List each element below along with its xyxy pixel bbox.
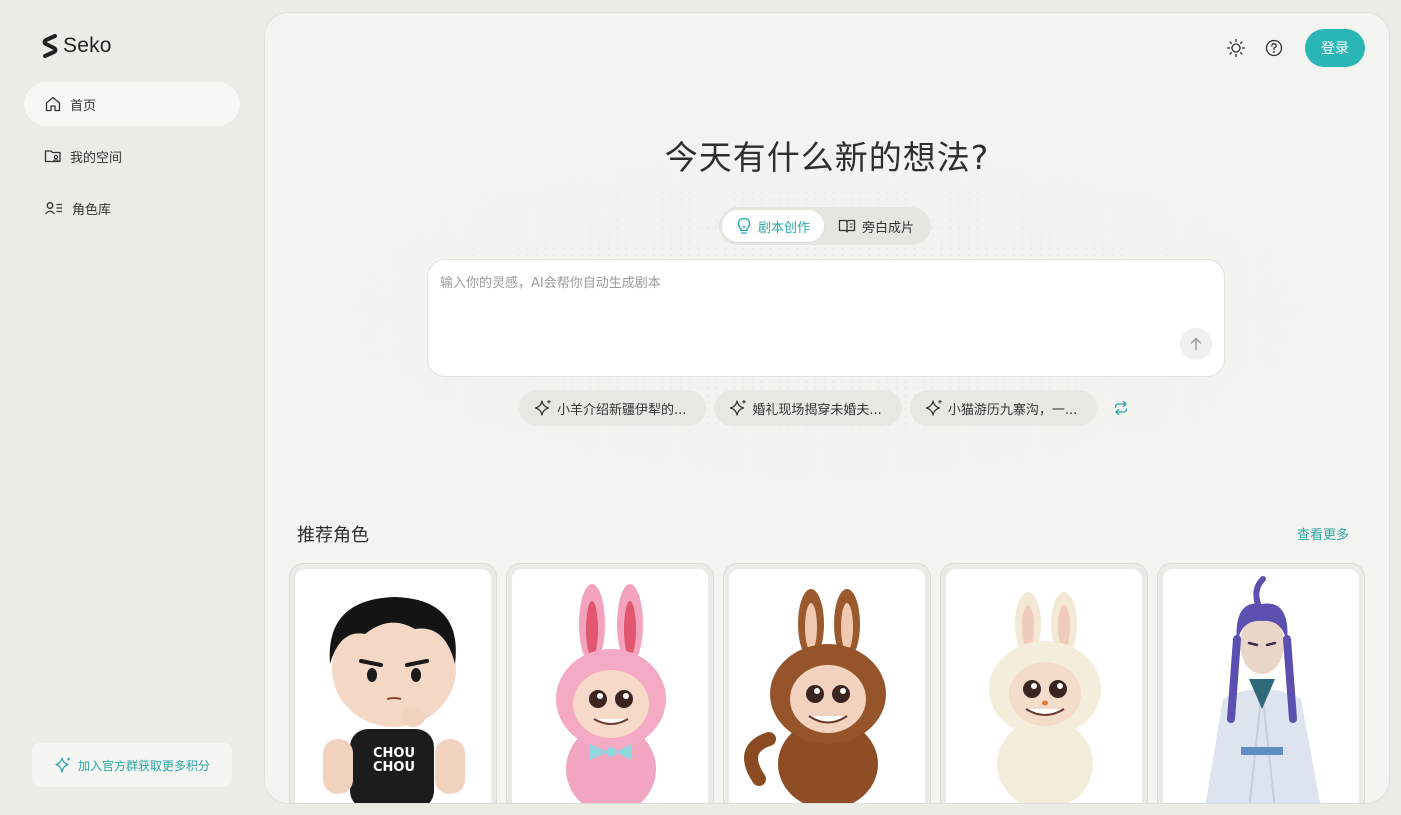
suggestion-label: 婚礼现场揭穿未婚夫... [752, 402, 882, 418]
tab-script-creation[interactable]: 剧本创作 [722, 210, 825, 242]
character-image [729, 569, 925, 803]
swordsman-illustration [1205, 576, 1321, 803]
suggestion-label: 小猫游历九寨沟，一... [947, 402, 1078, 418]
tab-narration-video[interactable]: 旁白成片 [824, 210, 928, 242]
refresh-suggestions-button[interactable] [1109, 396, 1133, 420]
folder-user-icon [44, 150, 61, 163]
suggestion-label: 小羊介绍新疆伊犁的... [557, 402, 687, 418]
top-actions: 登录 [1225, 29, 1365, 67]
refresh-icon [1115, 400, 1128, 416]
mode-toggle: 剧本创作 旁白成片 [719, 207, 932, 245]
character-card[interactable] [506, 563, 714, 803]
sidebar-item-label: 首页 [70, 98, 97, 114]
home-icon [45, 96, 61, 112]
suggestion-list: 小羊介绍新疆伊犁的... 婚礼现场揭穿未婚夫... 小猫游历九寨沟，一... [519, 390, 1133, 426]
shirt-text: CHOU CHOU [373, 746, 415, 775]
tab-label: 旁白成片 [862, 220, 915, 236]
sidebar-item-my-space[interactable]: 我的空间 [24, 134, 240, 178]
book-open-icon [838, 219, 856, 233]
sidebar: Seko 首页 我的空间 角色库 加入官方群获取更多积分 [0, 0, 262, 815]
sparkle-icon [925, 400, 942, 416]
sparkle-icon [534, 400, 551, 416]
sidebar-item-label: 角色库 [72, 202, 112, 218]
help-circle-icon [1265, 39, 1283, 57]
character-image [1163, 569, 1359, 803]
character-card[interactable] [723, 563, 931, 803]
cream-bunny-illustration [989, 592, 1101, 803]
app-name: Seko [63, 34, 112, 57]
lightbulb-icon [737, 217, 751, 234]
suggestion-chip[interactable]: 婚礼现场揭穿未婚夫... [714, 390, 902, 426]
theme-toggle-button[interactable] [1225, 37, 1247, 59]
brown-bunny-illustration [744, 589, 886, 803]
character-card[interactable]: CHOU CHOU [289, 563, 497, 803]
user-list-icon [44, 202, 62, 215]
help-button[interactable] [1263, 37, 1285, 59]
character-card[interactable] [1157, 563, 1365, 803]
login-button[interactable]: 登录 [1305, 29, 1365, 67]
send-button[interactable] [1180, 328, 1212, 360]
sparkle-icon [55, 757, 70, 773]
character-image [946, 569, 1142, 803]
sidebar-item-home[interactable]: 首页 [24, 82, 240, 126]
character-image [512, 569, 708, 803]
character-card-list: CHOU CHOU [289, 563, 1365, 803]
page-title: 今天有什么新的想法? [664, 138, 990, 177]
see-more-link[interactable]: 查看更多 [1297, 524, 1349, 543]
promo-label: 加入官方群获取更多积分 [77, 758, 210, 773]
join-group-button[interactable]: 加入官方群获取更多积分 [32, 743, 232, 787]
character-card[interactable] [940, 563, 1148, 803]
character-image: CHOU CHOU [295, 569, 491, 803]
sun-icon [1226, 38, 1246, 58]
prompt-box [427, 259, 1225, 377]
sparkle-icon [730, 400, 747, 416]
suggestion-chip[interactable]: 小猫游历九寨沟，一... [909, 390, 1098, 426]
tab-label: 剧本创作 [758, 220, 811, 236]
sidebar-item-label: 我的空间 [70, 150, 123, 166]
sidebar-item-character-library[interactable]: 角色库 [24, 186, 240, 230]
prompt-input[interactable] [440, 272, 1160, 332]
suggestion-chip[interactable]: 小羊介绍新疆伊犁的... [519, 390, 707, 426]
pink-bunny-illustration [556, 584, 666, 803]
chibi-boy-illustration: CHOU CHOU [323, 597, 465, 803]
main-panel: 登录 今天有什么新的想法? 剧本创作 旁白成片 输入你的灵感，AI会帮你自动生成… [264, 12, 1390, 804]
seko-logo-icon [42, 34, 58, 58]
arrow-up-icon [1190, 337, 1202, 351]
section-title: 推荐角色 [297, 525, 369, 546]
app-logo[interactable]: Seko [42, 34, 112, 58]
